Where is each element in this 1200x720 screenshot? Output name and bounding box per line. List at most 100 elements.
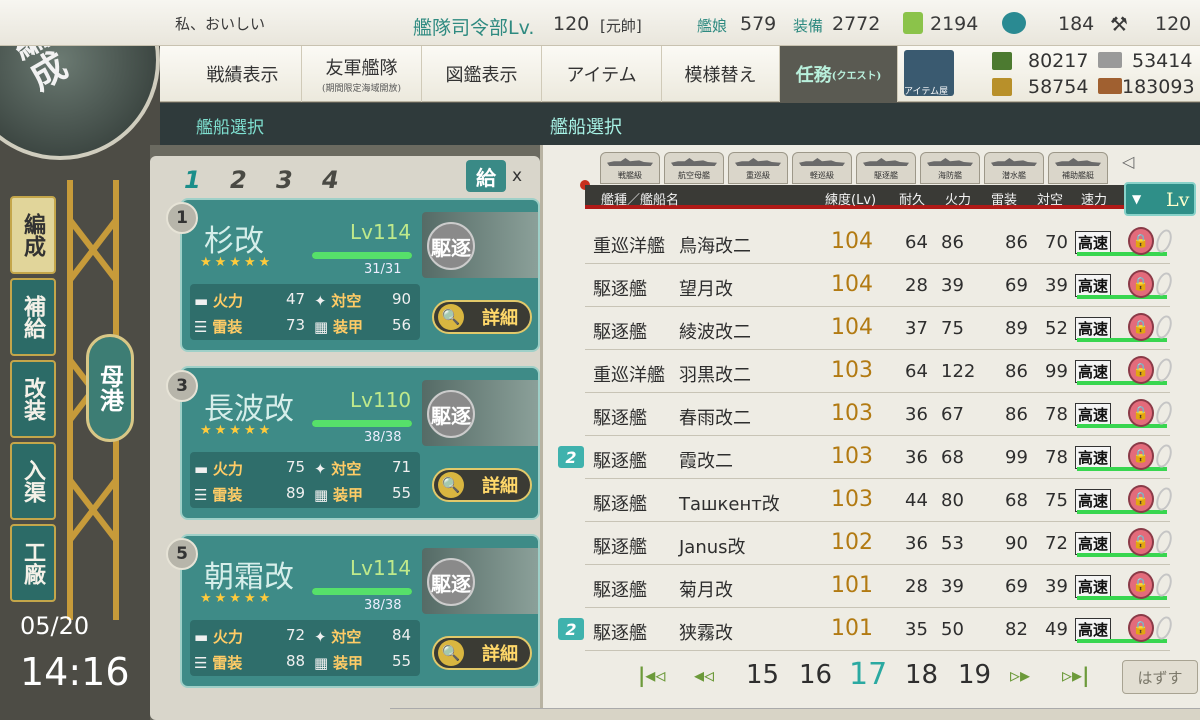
cell-name: 霞改二 [679,451,733,472]
cell-name: Janus改 [679,537,746,558]
hq-label: 艦隊司令部Lv. [413,17,535,39]
fleet-tab-2[interactable]: 2 [230,166,247,194]
ship-card[interactable]: 杉改 Lv114 ★★★★★ 31/31 ▬ 火力 47 ✦ 対空 90 ☰ 雷… [180,198,540,352]
type-tab[interactable]: 戦艦級 [600,152,660,184]
type-tab[interactable]: 軽巡級 [792,152,852,184]
hp-bar [312,420,412,427]
page-number[interactable]: 15 [746,660,779,690]
menu-bar: 戦績表示 友軍艦隊 (期間限定海域開放) 図鑑表示 アイテム 模様替え 任務 (クエ… [160,46,900,102]
ship-hp: 38/38 [364,598,402,613]
ship-list-row[interactable]: 重巡洋艦 羽黒改二 103 64 122 86 99 高速 🔒 [585,350,1175,393]
type-tab[interactable]: 潜水艦 [984,152,1044,184]
cell-tp: 90 [1005,533,1028,554]
type-tab[interactable]: 重巡級 [728,152,788,184]
screw-icon: ⚒ [1110,12,1128,36]
condition-bar [1077,510,1167,514]
heart-lock-icon: 🔒 [1128,313,1154,341]
cell-name: 綾波改二 [679,322,751,343]
bucket-icon [903,12,923,34]
type-tab[interactable]: 補助艦艇 [1048,152,1108,184]
ship-detail-button[interactable]: 🔍 詳細 [432,468,532,502]
page-number[interactable]: 18 [905,660,938,690]
steel-icon [1098,52,1122,68]
sort-button[interactable]: ▼ Lv [1124,182,1196,216]
detail-label: 詳細 [482,308,518,329]
speed-badge: 高速 [1075,532,1112,555]
menu-friend-fleet[interactable]: 友軍艦隊 (期間限定海域開放) [302,46,422,102]
ship-detail-button[interactable]: 🔍 詳細 [432,636,532,670]
ship-list-row[interactable]: 駆逐艦 菊月改 101 28 39 69 39 高速 🔒 [585,565,1175,608]
prev-page-icon[interactable]: ◂◃ [694,663,714,687]
page-number-current[interactable]: 17 [849,657,887,692]
page-number[interactable]: 16 [799,660,832,690]
torpedo-icon: ☰ [194,486,213,504]
menu-record[interactable]: 戦績表示 [184,46,302,102]
fleet-tab-1[interactable]: 1 [184,166,201,194]
cell-fp: 68 [941,447,964,468]
cell-lv: 101 [831,616,873,641]
nav-repair-button[interactable]: 入渠 [10,442,56,520]
col-level: 練度(Lv) [825,193,877,208]
fuel-count: 80217 [1028,50,1089,72]
bauxite-count: 183093 [1122,76,1195,98]
ship-list-row[interactable]: 駆逐艦 春雨改二 103 36 67 86 78 高速 🔒 [585,393,1175,436]
next-page-icon[interactable]: ▹▸ [1010,663,1030,687]
firepower-label: 火力 [212,628,243,646]
ship-detail-button[interactable]: 🔍 詳細 [432,300,532,334]
fleet-tab-4[interactable]: 4 [322,166,339,194]
armor-icon: ▦ [314,654,333,672]
ship-silhouette-icon [671,158,717,166]
remove-button[interactable]: はずす [1122,660,1198,694]
menu-label: 図鑑表示 [445,65,518,86]
nav-factory-button[interactable]: 工廠 [10,524,56,602]
ship-level: Lv114 [350,556,412,580]
ship-stars: ★★★★★ [200,255,274,270]
nav-port-button[interactable]: 母港 [86,334,134,442]
ship-list-row[interactable]: 駆逐艦 Ташкент改 103 44 80 68 75 高速 🔒 [585,479,1175,522]
type-tab[interactable]: 駆逐艦 [856,152,916,184]
fleet-supply-indicator[interactable]: 給 [466,160,506,192]
cell-fp: 122 [941,361,976,382]
type-tab[interactable]: 海防艦 [920,152,980,184]
type-tab[interactable]: 航空母艦 [664,152,724,184]
fleet-membership-badge: 2 [558,618,584,640]
ship-list-row[interactable]: 重巡洋艦 鳥海改二 104 64 86 86 70 高速 🔒 [585,221,1175,264]
menu-furniture[interactable]: 模様替え [662,46,780,102]
cell-lv: 103 [831,401,873,426]
ship-stats: ▬ 火力 47 ✦ 対空 90 ☰ 雷装 73 ▦ 装甲 56 [190,284,420,340]
firepower-icon: ▬ [194,292,213,310]
nav-supply-button[interactable]: 補給 [10,278,56,356]
cell-hp: 64 [905,232,928,253]
ship-name: 朝霜改 [204,560,294,595]
firepower-icon: ▬ [194,460,213,478]
page-number[interactable]: 19 [958,660,991,690]
ship-list-row[interactable]: 駆逐艦 望月改 104 28 39 69 39 高速 🔒 [585,264,1175,307]
menu-quest[interactable]: 任務 (クエスト) [780,46,898,102]
ship-card[interactable]: 朝霜改 Lv114 ★★★★★ 38/38 ▬ 火力 72 ✦ 対空 84 ☰ … [180,534,540,688]
nav-organize-button[interactable]: 編成 [10,196,56,274]
ship-list-row[interactable]: 駆逐艦 狭霧改 101 35 50 82 49 高速 🔒 [585,608,1175,651]
heart-lock-icon: 🔒 [1128,614,1154,642]
ship-list-row[interactable]: 駆逐艦 霞改二 103 36 68 99 78 高速 🔒 [585,436,1175,479]
collapse-tabs-icon[interactable]: ◁ [1122,152,1134,171]
sort-label: Lv [1166,189,1190,211]
cell-aa: 49 [1045,619,1068,640]
menu-album[interactable]: 図鑑表示 [422,46,542,102]
cell-lv: 104 [831,229,873,254]
ship-list-row[interactable]: 駆逐艦 Janus改 102 36 53 90 72 高速 🔒 [585,522,1175,565]
nav-remodel-button[interactable]: 改装 [10,360,56,438]
armor-label: 装甲 [332,654,363,672]
fleet-tab-3[interactable]: 3 [276,166,293,194]
cell-hp: 44 [905,490,928,511]
ship-card[interactable]: 長波改 Lv110 ★★★★★ 38/38 ▬ 火力 75 ✦ 対空 71 ☰ … [180,366,540,520]
heart-lock-icon: 🔒 [1128,442,1154,470]
ship-silhouette-icon [991,158,1037,166]
torpedo-label: 雷装 [212,318,243,336]
condition-bar [1077,553,1167,557]
last-page-icon[interactable]: ▹▸| [1062,663,1089,687]
ship-count: 579 [740,13,777,35]
first-page-icon[interactable]: |◂◃ [638,663,665,687]
menu-items[interactable]: アイテム [542,46,662,102]
ship-list-row[interactable]: 駆逐艦 綾波改二 104 37 75 89 52 高速 🔒 [585,307,1175,350]
ship-silhouette-icon [799,158,845,166]
